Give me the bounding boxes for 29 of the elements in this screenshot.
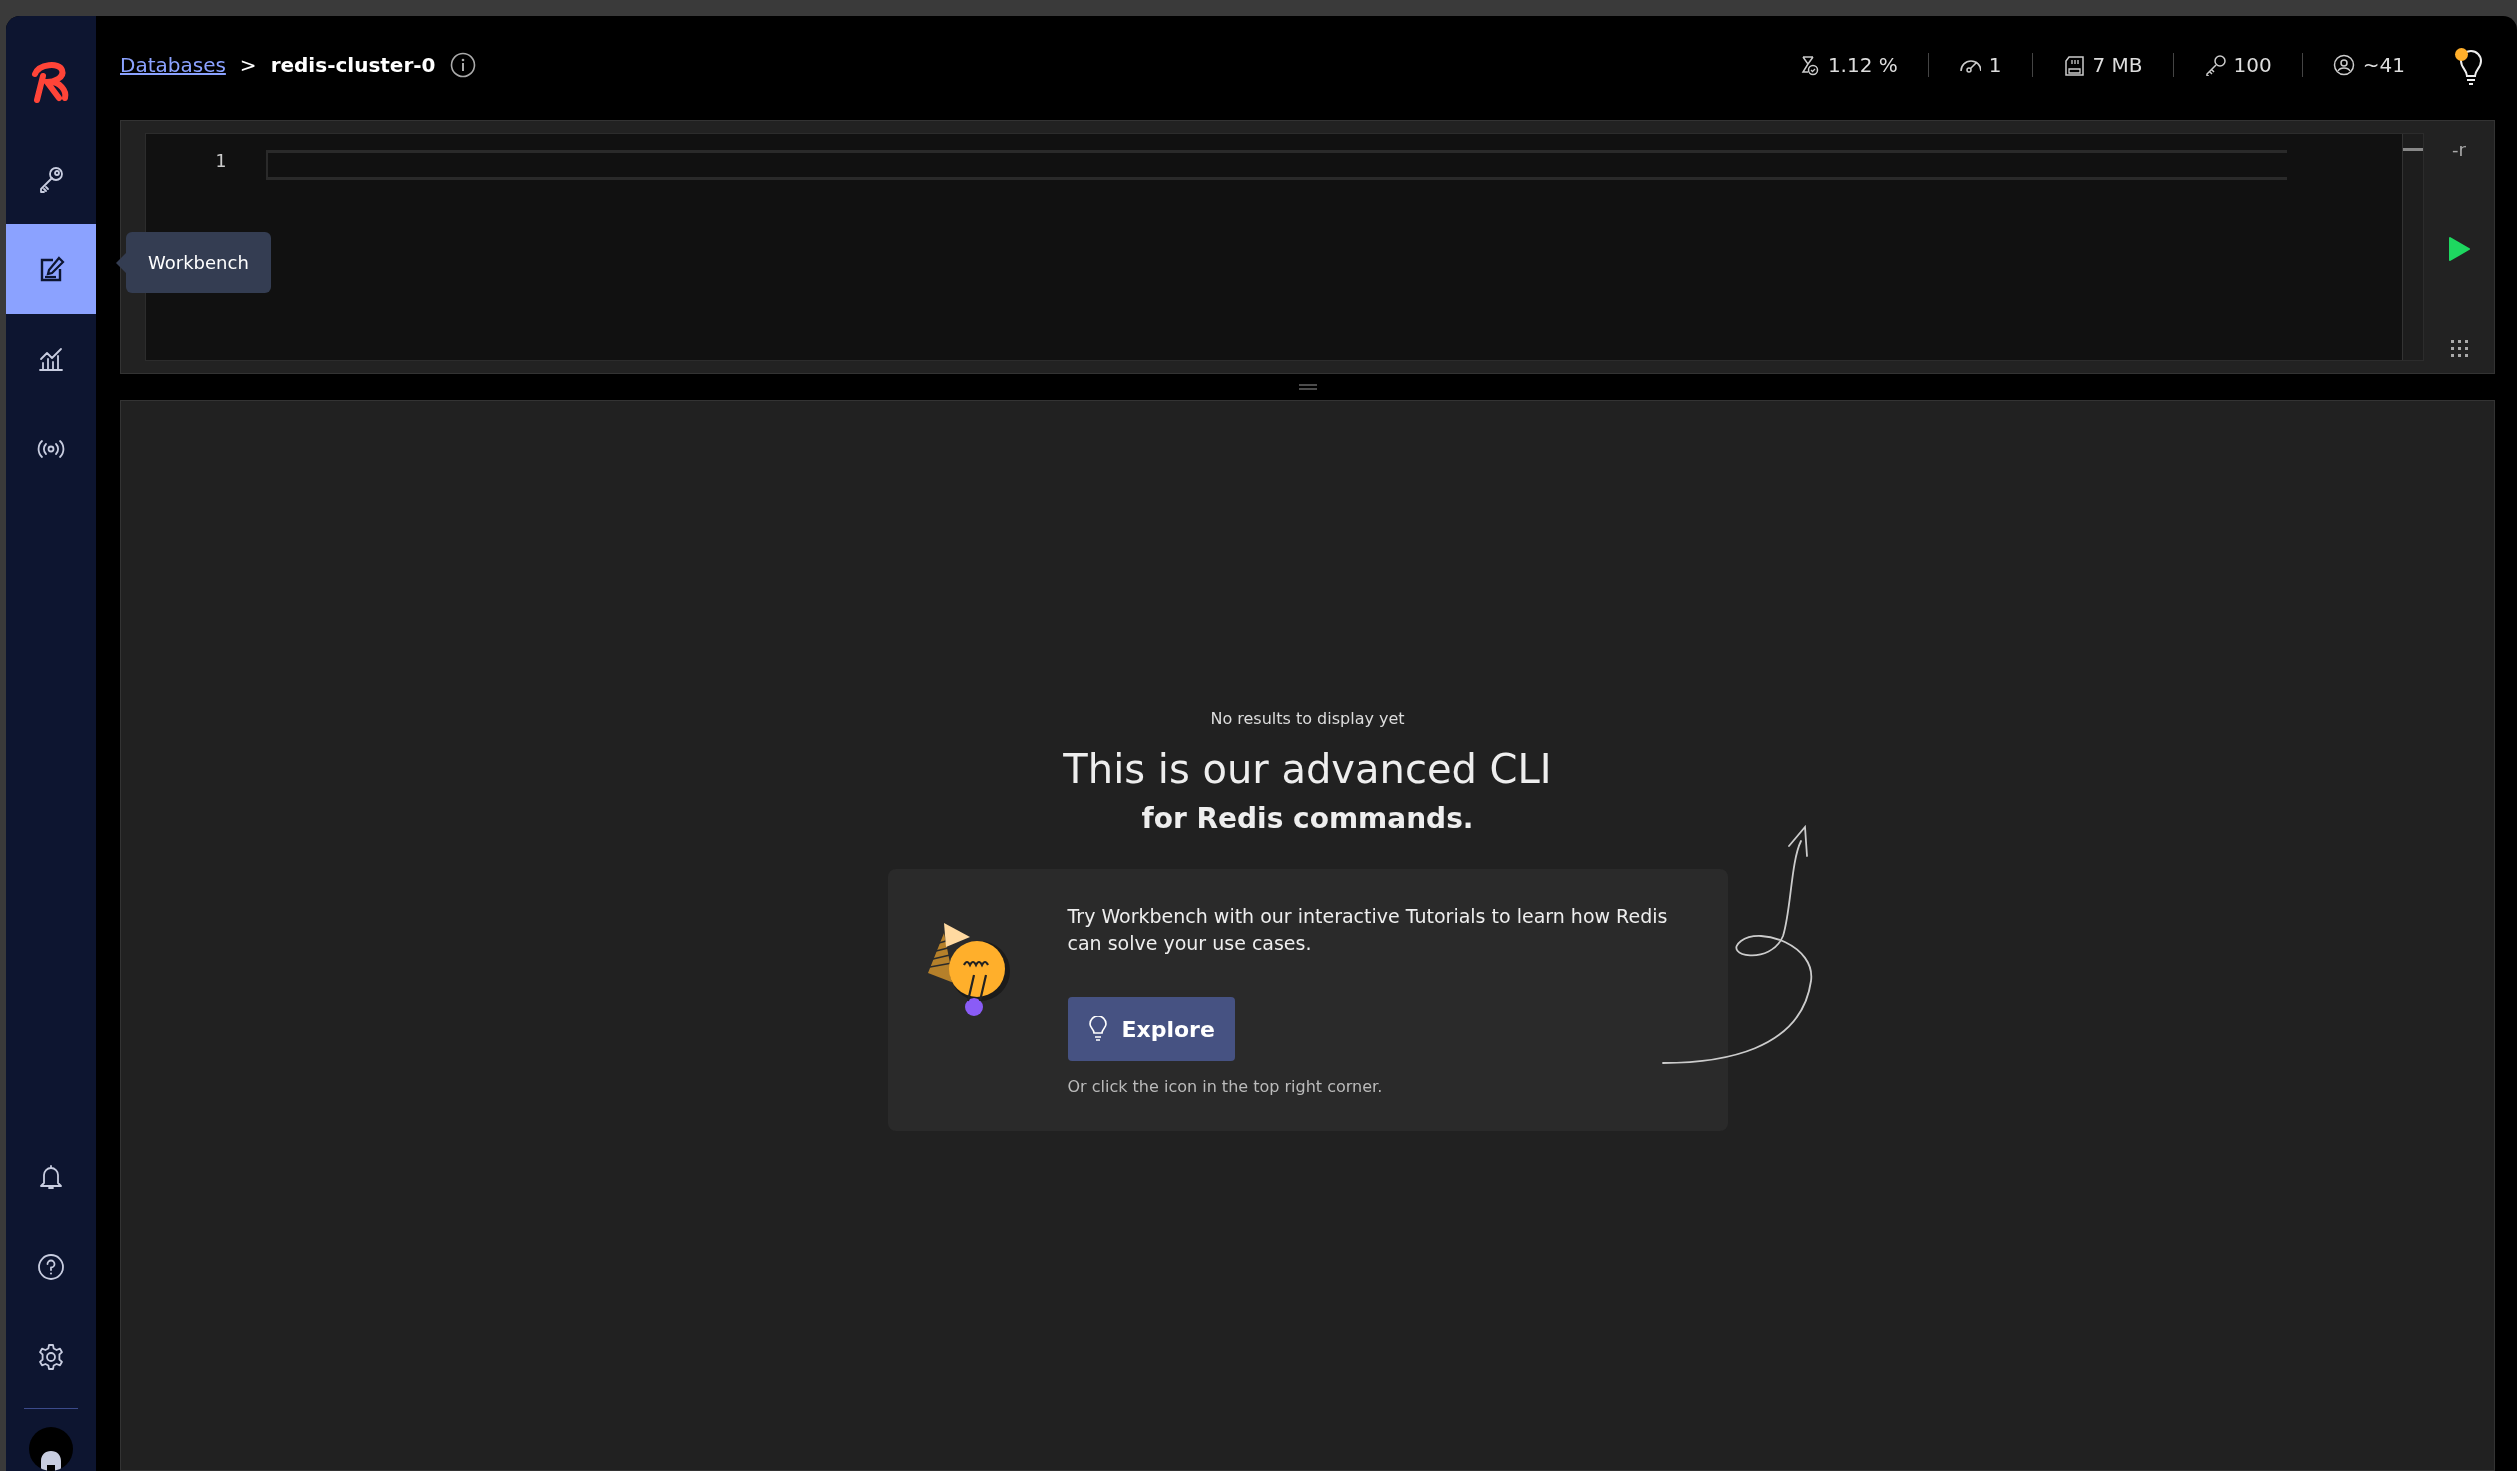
line-number: 1: [215, 150, 226, 171]
stat-value: 1.12 %: [1827, 53, 1898, 77]
raw-mode-toggle[interactable]: -r: [2452, 139, 2466, 160]
stat-value: 7 MB: [2092, 53, 2143, 77]
grid-icon: [2450, 340, 2468, 357]
stat-value: 1: [1988, 53, 2002, 77]
database-name: redis-cluster-0: [270, 53, 436, 77]
tooltip: Workbench: [126, 232, 271, 293]
tutorial-description: Try Workbench with our interactive Tutorials to learn how Redis can solve your use cases.: [1067, 904, 1668, 956]
breadcrumb-link[interactable]: Databases: [120, 53, 226, 77]
user-icon: [2332, 54, 2355, 76]
help-icon: [35, 1251, 67, 1283]
drag-handle-icon: [1298, 384, 1317, 390]
play-icon: [2447, 235, 2471, 262]
heading: This is our advanced CLI: [1063, 746, 1552, 792]
memory-card-icon: [2062, 54, 2085, 76]
explore-button[interactable]: Explore: [1067, 997, 1235, 1061]
key-icon: [2203, 54, 2226, 76]
command-input[interactable]: [266, 150, 2287, 180]
hint-text: Or click the icon in the top right corner.: [1067, 1077, 1384, 1096]
sidebar-item[interactable]: [6, 224, 96, 314]
subheading: for Redis commands.: [1141, 802, 1474, 835]
stat-value: ~41: [2362, 53, 2405, 77]
breadcrumb-separator: >: [239, 53, 257, 77]
info-icon: [449, 52, 476, 78]
stat-value: 100: [2233, 53, 2272, 77]
github-button[interactable]: [29, 1427, 73, 1471]
empty-state-label: No results to display yet: [1210, 709, 1405, 728]
lightbulb-icon: [1087, 1016, 1108, 1042]
